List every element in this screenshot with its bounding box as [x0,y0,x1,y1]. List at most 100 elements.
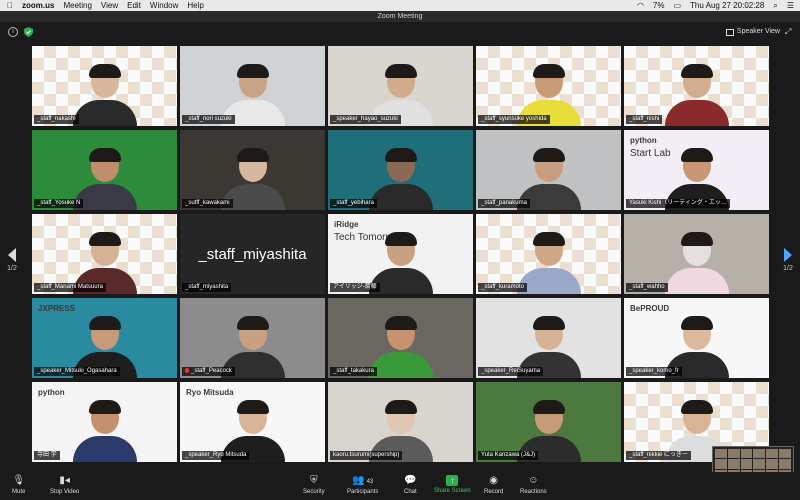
participant-tile[interactable]: _staff_syunsuke yoshida [476,46,621,126]
participant-tile[interactable]: JXPRESS _speaker_Mitsuki_Ogasahara [32,298,177,378]
participant-name-label: _speaker_hayao_suzuki [330,115,401,124]
page-indicator-left: 1/2 [7,265,17,272]
participant-name-text: _staff_miyashita [185,284,229,290]
participant-name-text: _staff_kuramoto [481,284,524,290]
participant-tile[interactable]: _staff_nori suzuki [180,46,325,126]
participant-video [664,64,729,126]
participant-video [72,64,137,126]
participant-name-label: _staff_panakuma [478,199,530,208]
self-view-cell [740,459,753,469]
participant-name-label: kaoru.tsurumi(supership) [330,451,403,460]
mute-label: Mute [12,489,26,495]
participant-tile[interactable]: _staff_takakura [328,298,473,378]
participant-tile[interactable]: _staff_nakashi [32,46,177,126]
participant-name-label: _staff_nakashi [34,115,79,124]
participant-tile[interactable]: kaoru.tsurumi(supership) [328,382,473,462]
participant-tile[interactable]: Ryo Mitsuda _speaker_Ryo Mitsuda [180,382,325,462]
self-view-cell [715,459,727,469]
wifi-icon[interactable]: ◠ [637,0,644,11]
video-camera-icon: ▮◂ [59,475,70,486]
security-label: Security [303,489,325,495]
participant-name-label: _staff_Peacock [182,367,235,376]
share-screen-button[interactable]: ↑ Share Screen [434,475,471,494]
participant-tile[interactable]: _sutff_kawakami [180,130,325,210]
menu-list-icon[interactable]: ☰ [787,0,794,11]
participant-name-label: _staff_yebihara [330,199,377,208]
microphone-icon: 🎙 [12,475,26,486]
reactions-label: Reactions [520,489,547,495]
participant-name-label: _staff_nishi [626,115,663,124]
menu-window[interactable]: Window [150,0,178,11]
security-button[interactable]: ⛨ Security [303,475,325,495]
record-button[interactable]: ◉ Record [484,475,503,495]
participant-tile[interactable]: BePROUD _speaker_komo_fr [624,298,769,378]
battery-percent[interactable]: 7% [653,0,665,11]
mute-button[interactable]: 🎙 Mute [12,475,25,495]
participant-tile[interactable]: _speaker_ReiSuyama [476,298,621,378]
participant-tile[interactable]: python 寺田 学 [32,382,177,462]
menu-view[interactable]: View [101,0,118,11]
self-view-cell [779,449,791,459]
participant-tile[interactable]: _staff_panakuma [476,130,621,210]
participant-tile[interactable]: _staff_kuramoto [476,214,621,294]
clock[interactable]: Thu Aug 27 20:02:28 [690,0,764,11]
participant-name-label: _staff_nori suzuki [182,115,235,124]
participant-name-label: Yasuki Kishi（リーディング・エッ… [626,199,730,208]
shield-icon[interactable] [24,27,33,37]
menu-help[interactable]: Help [187,0,203,11]
participant-name-label: _staff_miyashita [182,283,232,292]
participant-name-label: _speaker_Mitsuki_Ogasahara [34,367,120,376]
participant-tile[interactable]: _staff_Manami Matsuura [32,214,177,294]
participant-tile[interactable]: Yuta Kanzawa (J&J) [476,382,621,462]
menu-edit[interactable]: Edit [127,0,141,11]
page-indicator-right: 1/2 [783,265,793,272]
participant-tile[interactable]: _staff_Peacock [180,298,325,378]
participant-tile[interactable]: iRidge Tech Tomorrow アイリッジ-斎藤 [328,214,473,294]
participants-button[interactable]: 👥 43 Participants [347,475,378,495]
self-view-cell [753,459,766,469]
menu-meeting[interactable]: Meeting [63,0,91,11]
self-view-cell [779,459,791,469]
speaker-view-icon [725,28,734,36]
participant-tile[interactable]: _staff_nishi [624,46,769,126]
participant-tile[interactable]: _staff_Yosuke N [32,130,177,210]
search-icon[interactable]: ⌕ [773,0,777,11]
participant-tile[interactable]: python Start Lab Yasuki Kishi（リーディング・エッ… [624,130,769,210]
fullscreen-icon[interactable]: ⤢ [785,27,794,36]
participant-tile[interactable]: _staff_wahho [624,214,769,294]
chat-button[interactable]: 💬 Chat [404,475,417,495]
info-icon[interactable]: i [8,27,18,37]
reactions-button[interactable]: ☺ Reactions [520,475,547,495]
participant-video [368,316,433,378]
speaker-view-button[interactable]: Speaker View [725,26,780,38]
participant-name-text: _staff_nishi [629,116,660,122]
apple-icon[interactable]:  [7,0,13,11]
participant-tile[interactable]: _speaker_hayao_suzuki [328,46,473,126]
next-page-button[interactable]: 1/2 [778,248,798,278]
participant-name-label: _sutff_kawakami [182,199,233,208]
self-view-cell [727,449,740,459]
self-view-cell [727,459,740,469]
participant-name-label: _staff_nikkie にっきー [626,451,691,460]
chevron-left-icon [8,248,16,262]
background-logo-text: Ryo Mitsuda [186,388,234,397]
participants-label: Participants [347,489,379,495]
menu-app[interactable]: zoom.us [22,0,54,11]
participant-name-label: _staff_takakura [330,367,377,376]
background-logo-text: BePROUD [630,304,670,313]
chat-label: Chat [404,489,417,495]
window-title: Zoom Meeting [0,11,800,22]
participant-tile[interactable]: _staff_yebihara [328,130,473,210]
participant-name-label: _speaker_Ryo Mitsuda [182,451,250,460]
participant-name-text: Yuta Kanzawa (J&J) [481,452,536,458]
participant-tile[interactable]: _staff_miyashita _staff_miyashita [180,214,325,294]
chat-bubble-icon: 💬 [404,475,417,486]
share-screen-label: Share Screen [434,488,471,494]
stop-video-button[interactable]: ▮◂ Stop Video [50,475,79,495]
participant-name-text: _staff_Manami Matsuura [37,284,103,290]
participant-name-text: _staff_Yosuke N [37,200,81,206]
participant-video [368,148,433,210]
meeting-top-strip: i Speaker View ⤢ [0,22,800,42]
participant-name-text: _staff_takakura [333,368,374,374]
prev-page-button[interactable]: 1/2 [2,248,22,278]
